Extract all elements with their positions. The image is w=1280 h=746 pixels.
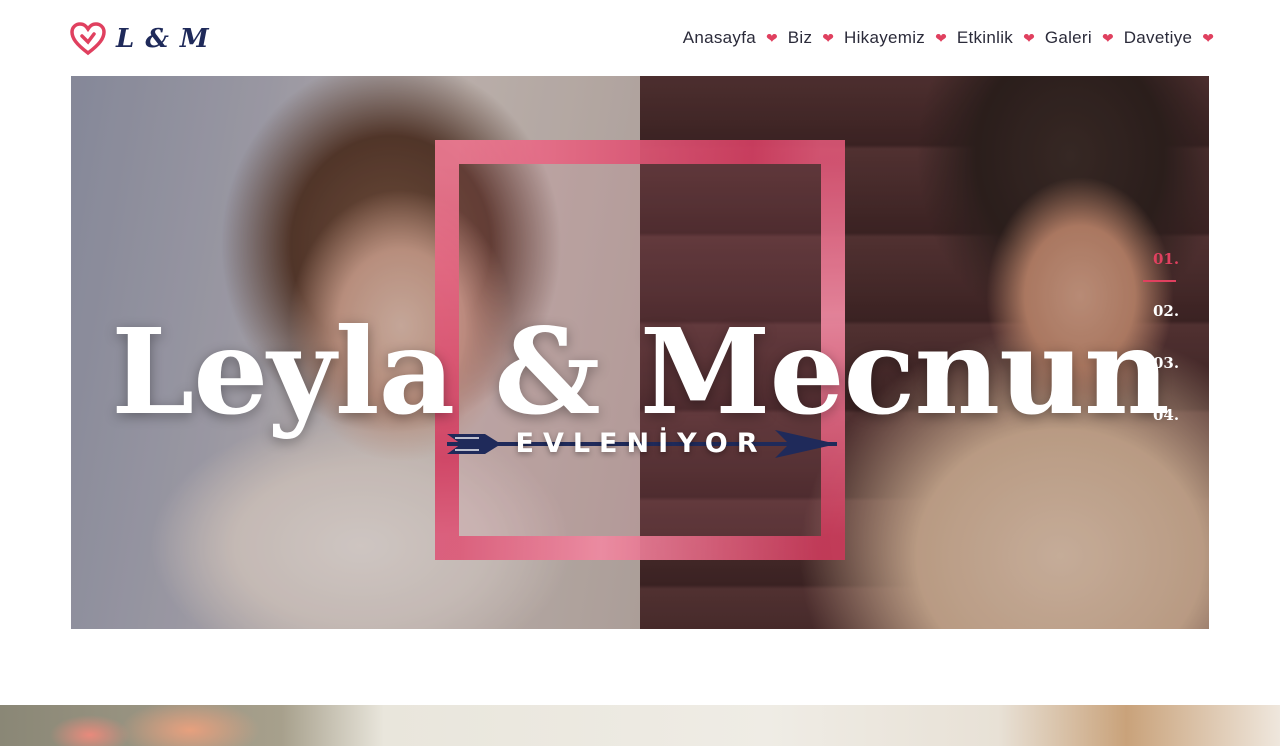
site-header: L & M Anasayfa ❤ Biz ❤ Hikayemiz ❤ Etkin…: [0, 0, 1280, 76]
heart-icon: ❤: [1202, 30, 1214, 46]
nav-label: Biz: [787, 28, 813, 47]
brand-logo[interactable]: L & M: [70, 22, 210, 56]
heart-icon: ❤: [935, 30, 947, 46]
slide-number: 03.: [1153, 354, 1180, 372]
nav-label: Etkinlik: [956, 28, 1014, 47]
active-slide-line: [1143, 280, 1176, 282]
heart-icon: ❤: [766, 30, 778, 46]
nav-item-galeri[interactable]: Galeri ❤: [1045, 28, 1124, 48]
nav-label: Davetiye: [1123, 28, 1193, 47]
main-nav: Anasayfa ❤ Biz ❤ Hikayemiz ❤ Etkinlik ❤ …: [683, 28, 1214, 48]
slide-pagination: 01. 02. 03. 04.: [1143, 244, 1209, 452]
nav-item-anasayfa[interactable]: Anasayfa ❤: [683, 28, 788, 48]
slide-indicator-02[interactable]: 02.: [1143, 296, 1209, 348]
nav-label: Anasayfa: [682, 28, 756, 47]
slide-indicator-03[interactable]: 03.: [1143, 348, 1209, 400]
heart-icon: ❤: [1023, 30, 1035, 46]
slide-number: 01.: [1153, 250, 1180, 268]
nav-label: Hikayemiz: [844, 28, 926, 47]
next-section-photo: [0, 705, 1280, 746]
hero-slider: Leyla & Mecnun EVLENİYOR 01. 02. 03. 04.: [71, 76, 1209, 629]
slide-number: 02.: [1153, 302, 1180, 320]
hero-title: Leyla & Mecnun: [111, 302, 1170, 442]
heart-icon: ❤: [1101, 30, 1114, 46]
heart-icon: ❤: [822, 30, 834, 46]
nav-item-etkinlik[interactable]: Etkinlik ❤: [957, 28, 1045, 48]
slide-indicator-01[interactable]: 01.: [1143, 244, 1209, 296]
slide-indicator-04[interactable]: 04.: [1143, 400, 1209, 452]
slide-number: 04.: [1153, 406, 1180, 424]
subtitle-text: EVLENİYOR: [515, 428, 767, 459]
hero-subtitle: EVLENİYOR: [445, 422, 837, 466]
nav-label: Galeri: [1044, 28, 1092, 47]
nav-item-hikayemiz[interactable]: Hikayemiz ❤: [844, 28, 957, 48]
nav-item-biz[interactable]: Biz ❤: [788, 28, 844, 48]
heart-logo-icon: [70, 22, 106, 56]
brand-text: L & M: [116, 24, 210, 54]
nav-item-davetiye[interactable]: Davetiye ❤: [1124, 28, 1214, 48]
